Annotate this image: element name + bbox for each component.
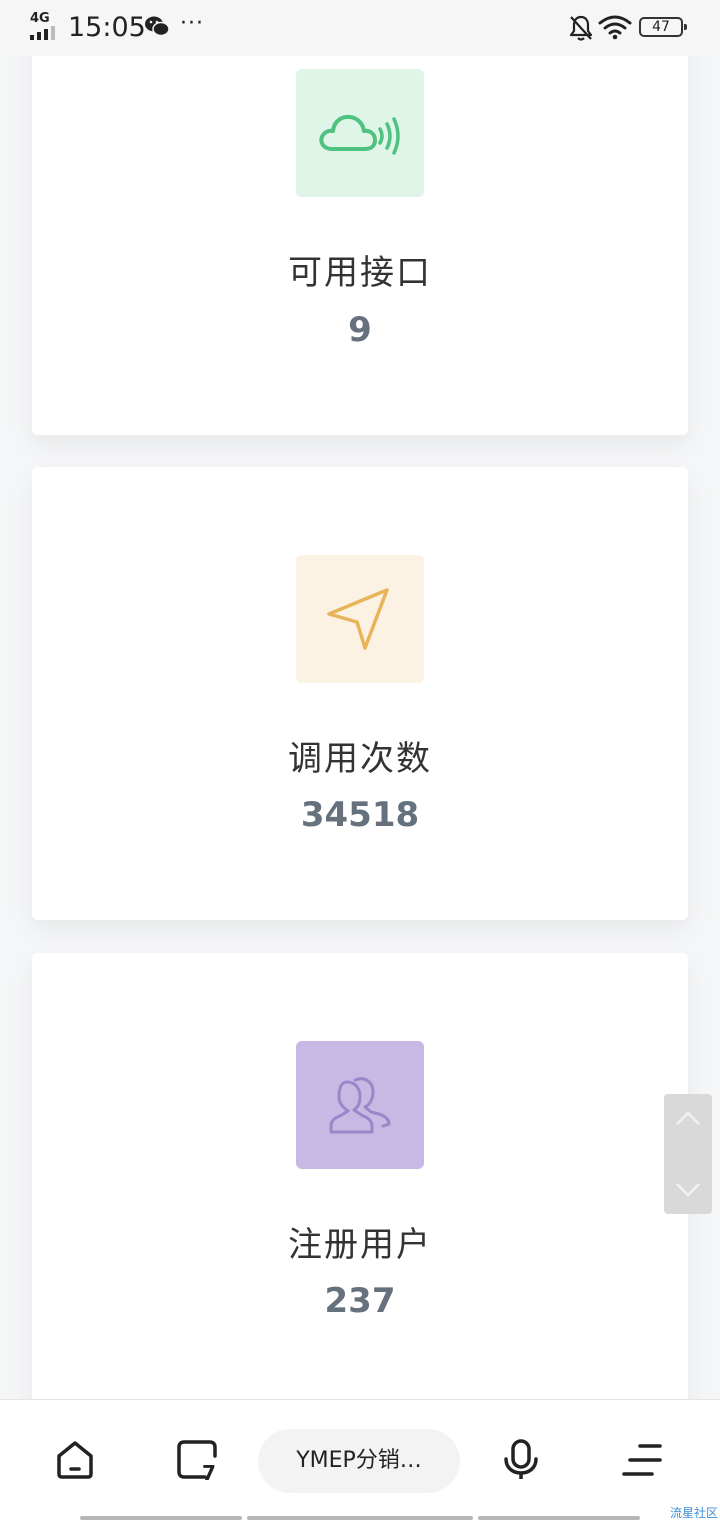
cloud-signal-icon (319, 114, 400, 155)
scroll-control (664, 1094, 712, 1214)
gesture-bar (478, 1516, 640, 1520)
status-bar: 4G 15:05 ··· 47 (0, 0, 720, 56)
stat-label: 调用次数 (288, 739, 432, 779)
more-notifications-icon: ··· (180, 11, 204, 36)
gesture-bar (80, 1516, 242, 1520)
stat-card-interfaces: 可用接口 9 (32, 20, 688, 435)
tabs-icon[interactable]: 7 (175, 1438, 219, 1482)
address-bar[interactable]: YMEP分销… (258, 1429, 460, 1493)
stat-value: 9 (348, 310, 372, 350)
status-time: 15:05 (68, 12, 146, 43)
svg-text:7: 7 (202, 1461, 216, 1482)
stat-value: 237 (324, 1281, 396, 1321)
microphone-icon[interactable] (499, 1438, 543, 1482)
wifi-icon (598, 15, 632, 40)
browser-toolbar: 7 YMEP分销… 流星社区 (0, 1399, 720, 1521)
stat-card-users: 注册用户 237 (32, 953, 688, 1413)
battery-indicator: 47 (639, 17, 687, 37)
stat-label: 注册用户 (288, 1225, 432, 1265)
wechat-icon (145, 16, 170, 37)
stat-label: 可用接口 (288, 253, 432, 293)
stat-icon-box (296, 555, 424, 683)
stat-card-calls: 调用次数 34518 (32, 467, 688, 920)
signal-icon (30, 26, 55, 40)
menu-icon[interactable] (620, 1438, 664, 1482)
stat-value: 34518 (300, 795, 420, 835)
gesture-bar (247, 1516, 473, 1520)
scroll-up-icon[interactable] (674, 1108, 702, 1128)
network-type: 4G (30, 11, 50, 26)
home-icon[interactable] (53, 1438, 97, 1482)
scroll-down-icon[interactable] (674, 1180, 702, 1200)
stat-icon-box (296, 69, 424, 197)
users-icon (329, 1077, 391, 1134)
watermark: 流星社区 (669, 1506, 718, 1520)
send-arrow-icon (327, 588, 389, 650)
bell-muted-icon (569, 15, 593, 41)
stat-icon-box (296, 1041, 424, 1169)
